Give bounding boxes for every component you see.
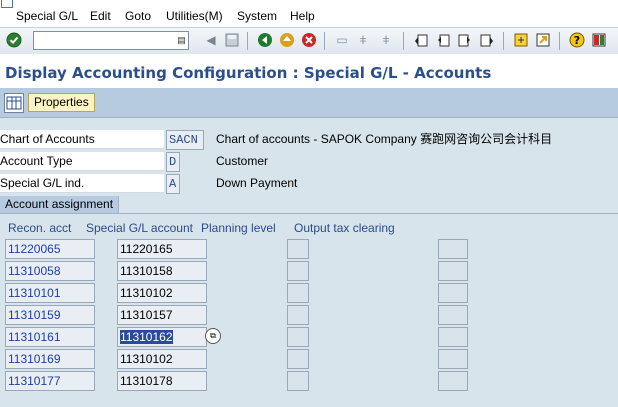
back-icon[interactable] bbox=[257, 32, 273, 48]
command-input[interactable] bbox=[34, 32, 176, 49]
recon-acct-cell[interactable]: 11310058 bbox=[5, 261, 95, 281]
find-icon[interactable]: ǂ bbox=[355, 32, 371, 48]
special-gl-account-cell[interactable]: 11310157 bbox=[117, 305, 207, 325]
special-gl-account-value: 11220165 bbox=[120, 242, 173, 256]
recon-acct-cell[interactable]: 11310159 bbox=[5, 305, 95, 325]
svg-text:?: ? bbox=[574, 34, 580, 47]
toolbar-separator bbox=[324, 32, 325, 50]
menu-special-gl[interactable]: Special G/L bbox=[16, 9, 78, 23]
next-page-icon[interactable] bbox=[457, 32, 473, 48]
enter-icon[interactable] bbox=[6, 32, 22, 48]
special-gl-account-cell[interactable]: 11310102 bbox=[117, 349, 207, 369]
planning-level-cell[interactable] bbox=[287, 239, 309, 259]
special-gl-account-cell[interactable]: 11220165 bbox=[117, 239, 207, 259]
standard-toolbar: ▤ ◀ ▭ ǂ ǂ ? bbox=[0, 27, 618, 55]
title-bar: Display Accounting Configuration : Speci… bbox=[0, 54, 618, 88]
menu-help[interactable]: Help bbox=[290, 9, 315, 23]
special-gl-ind-field[interactable]: A bbox=[166, 174, 180, 194]
last-page-icon[interactable] bbox=[479, 32, 495, 48]
command-field[interactable]: ▤ bbox=[33, 31, 189, 50]
column-planning-level: Planning level bbox=[201, 221, 276, 235]
column-recon-acct: Recon. acct bbox=[8, 221, 72, 235]
save-icon[interactable] bbox=[224, 32, 240, 48]
toolbar-separator bbox=[503, 32, 504, 50]
find-next-icon[interactable]: ǂ bbox=[378, 32, 394, 48]
window-icon bbox=[1, 0, 13, 8]
account-type-label: Account Type bbox=[0, 152, 164, 171]
special-gl-account-cell[interactable]: 11310178 bbox=[117, 371, 207, 391]
menu-goto[interactable]: Goto bbox=[125, 9, 151, 23]
special-gl-account-value: 11310157 bbox=[120, 308, 173, 322]
output-tax-clearing-cell[interactable] bbox=[438, 349, 468, 369]
column-special-gl-account: Special G/L account bbox=[86, 221, 193, 235]
value-help-icon[interactable]: ⧉ bbox=[205, 328, 221, 344]
create-session-icon[interactable] bbox=[513, 32, 529, 48]
chart-of-accounts-label: Chart of Accounts bbox=[0, 130, 164, 149]
special-gl-account-cell[interactable]: 11310102 bbox=[117, 283, 207, 303]
help-icon[interactable]: ? bbox=[569, 32, 585, 48]
special-gl-account-value: 11310102 bbox=[120, 286, 173, 300]
menu-utilities[interactable]: Utilities(M) bbox=[166, 9, 223, 23]
planning-level-cell[interactable] bbox=[287, 305, 309, 325]
shortcut-icon[interactable] bbox=[535, 32, 551, 48]
planning-level-cell[interactable] bbox=[287, 283, 309, 303]
output-tax-clearing-cell[interactable] bbox=[438, 371, 468, 391]
chart-of-accounts-desc: Chart of accounts - SAPOK Company 赛跑网咨询公… bbox=[216, 132, 553, 146]
toolbar-separator bbox=[559, 32, 560, 50]
recon-acct-cell[interactable]: 11220065 bbox=[5, 239, 95, 259]
account-assignment-tab: Account assignment bbox=[0, 196, 120, 213]
page-title: Display Accounting Configuration : Speci… bbox=[5, 64, 492, 82]
menu-bar: Special G/L Edit Goto Utilities(M) Syste… bbox=[0, 0, 618, 27]
exit-icon[interactable] bbox=[279, 32, 295, 48]
special-gl-account-value: 11310102 bbox=[120, 352, 173, 366]
recon-acct-cell[interactable]: 11310169 bbox=[5, 349, 95, 369]
special-gl-ind-label: Special G/L ind. bbox=[0, 174, 164, 193]
toolbar-separator bbox=[247, 32, 248, 50]
special-gl-ind-desc: Down Payment bbox=[216, 176, 298, 190]
column-output-tax-clearing: Output tax clearing bbox=[294, 221, 395, 235]
back-nav-icon[interactable]: ◀ bbox=[203, 32, 219, 48]
previous-page-icon[interactable] bbox=[435, 32, 451, 48]
recon-acct-cell[interactable]: 11310161 bbox=[5, 327, 95, 347]
output-tax-clearing-cell[interactable] bbox=[438, 239, 468, 259]
application-toolbar: Properties bbox=[0, 88, 618, 118]
properties-button[interactable]: Properties bbox=[28, 93, 95, 112]
recon-acct-cell[interactable]: 11310177 bbox=[5, 371, 95, 391]
account-type-field[interactable]: D bbox=[166, 152, 180, 172]
chart-of-accounts-field[interactable]: SACN bbox=[166, 130, 204, 150]
special-gl-account-value: 11310162 bbox=[120, 330, 173, 344]
planning-level-cell[interactable] bbox=[287, 349, 309, 369]
recon-acct-cell[interactable]: 11310101 bbox=[5, 283, 95, 303]
planning-level-cell[interactable] bbox=[287, 327, 309, 347]
output-tax-clearing-cell[interactable] bbox=[438, 283, 468, 303]
menu-system[interactable]: System bbox=[237, 9, 277, 23]
history-icon[interactable]: ▤ bbox=[176, 33, 187, 47]
planning-level-cell[interactable] bbox=[287, 371, 309, 391]
planning-level-cell[interactable] bbox=[287, 261, 309, 281]
special-gl-account-cell-selected[interactable]: 11310162 bbox=[117, 327, 207, 347]
special-gl-account-value: 11310158 bbox=[120, 264, 173, 278]
first-page-icon[interactable] bbox=[413, 32, 429, 48]
customize-layout-icon[interactable] bbox=[591, 32, 607, 48]
toolbar-separator bbox=[403, 32, 404, 50]
table-view-icon[interactable] bbox=[4, 93, 24, 113]
output-tax-clearing-cell[interactable] bbox=[438, 327, 468, 347]
print-icon[interactable]: ▭ bbox=[334, 32, 350, 48]
output-tax-clearing-cell[interactable] bbox=[438, 261, 468, 281]
cancel-icon[interactable] bbox=[301, 32, 317, 48]
menu-edit[interactable]: Edit bbox=[90, 9, 111, 23]
special-gl-account-value: 11310178 bbox=[120, 374, 173, 388]
output-tax-clearing-cell[interactable] bbox=[438, 305, 468, 325]
account-type-desc: Customer bbox=[216, 154, 269, 168]
special-gl-account-cell[interactable]: 11310158 bbox=[117, 261, 207, 281]
section-divider bbox=[0, 213, 618, 214]
